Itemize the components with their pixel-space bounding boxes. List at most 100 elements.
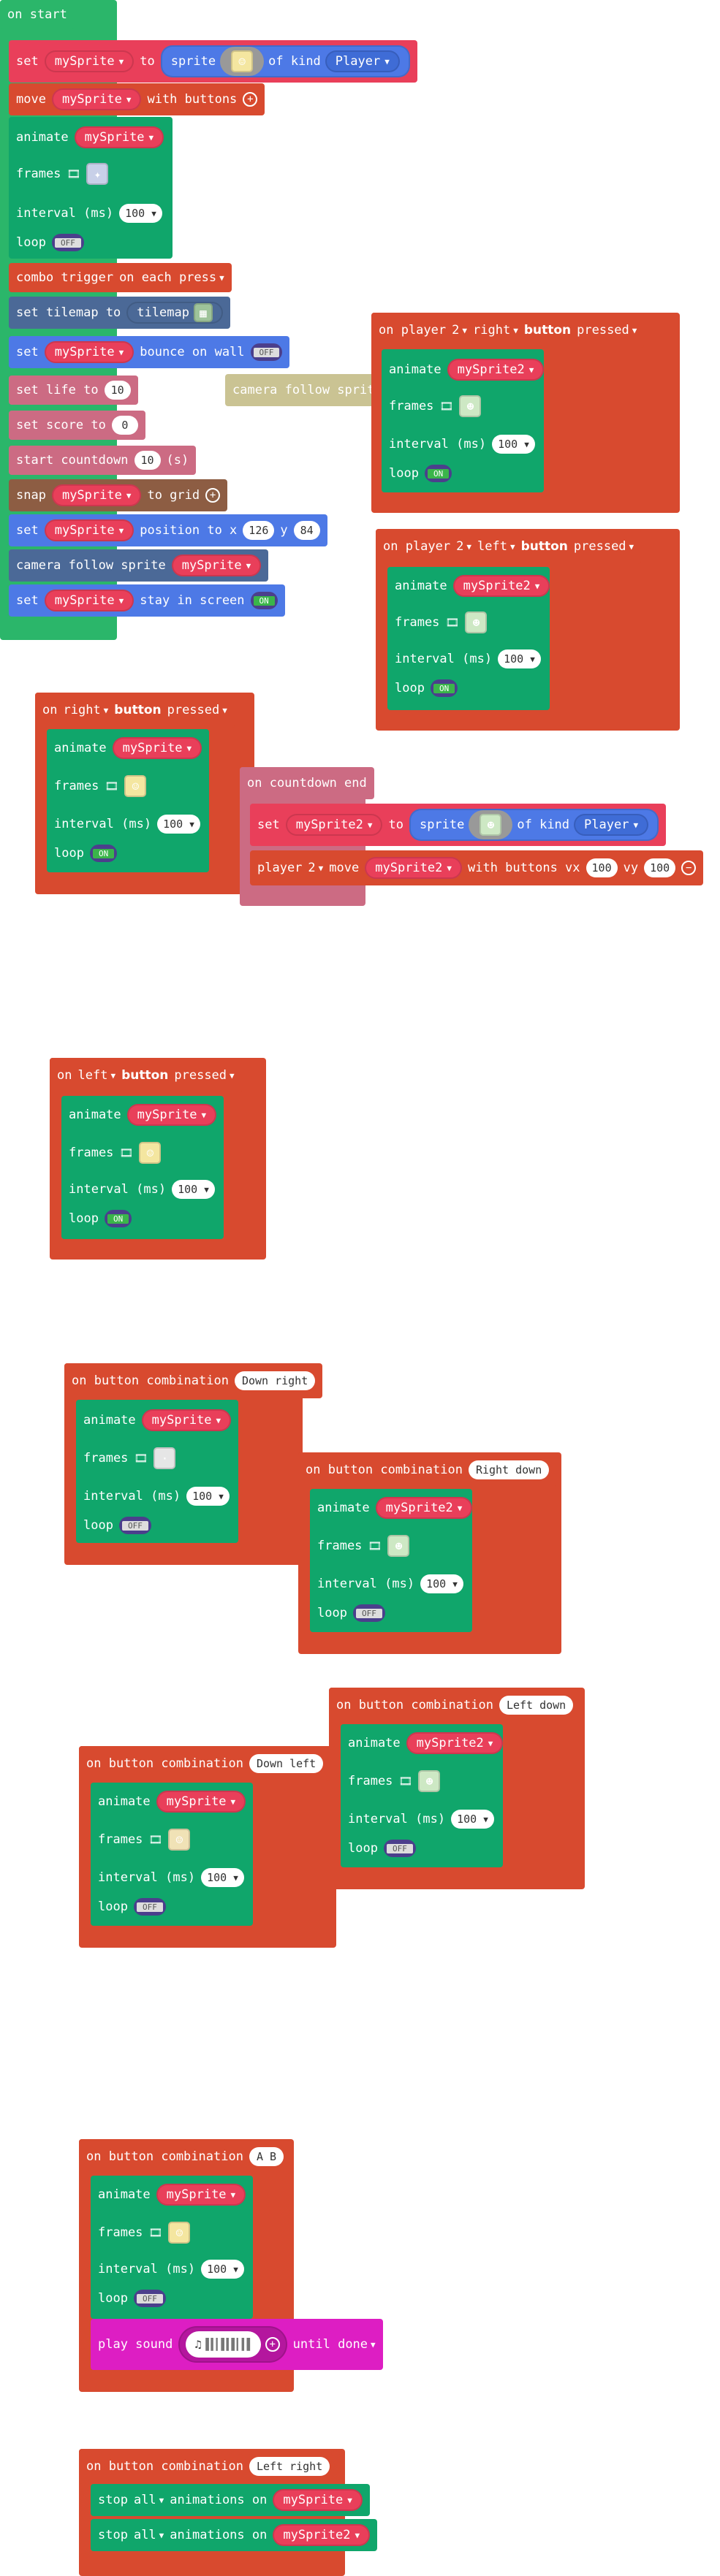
combo-string-input[interactable]: Down left: [249, 1754, 324, 1773]
combo-string-input[interactable]: Right down: [468, 1460, 550, 1479]
player-dropdown[interactable]: 2 ▼: [456, 539, 471, 554]
var-dropdown[interactable]: mySprite2▼: [365, 857, 462, 879]
sprite-reporter[interactable]: sprite ☻ of kind Player ▼: [409, 809, 659, 841]
stop-animations-block[interactable]: stop all ▼ animations on mySprite ▼: [91, 2484, 370, 2516]
event-hat[interactable]: on button combination Down right: [64, 1363, 323, 1398]
tilemap-reporter[interactable]: tilemap ▦: [126, 302, 223, 324]
x-input[interactable]: 126: [243, 521, 275, 540]
direction-dropdown[interactable]: left ▼: [477, 539, 515, 554]
snap-block[interactable]: snap mySprite ▼ to grid +: [9, 479, 228, 511]
combo-string-input[interactable]: Down right: [234, 1371, 316, 1390]
all-dropdown[interactable]: all ▼: [134, 2493, 164, 2507]
loop-toggle[interactable]: OFF: [51, 234, 84, 251]
y-input[interactable]: 84: [293, 521, 320, 540]
expand-plus-icon[interactable]: +: [205, 488, 221, 503]
var-dropdown[interactable]: mySprite ▼: [126, 1104, 217, 1126]
loop-toggle[interactable]: OFF: [352, 1604, 385, 1622]
interval-input[interactable]: 100 ▼: [157, 815, 200, 834]
vx-input[interactable]: 100: [586, 858, 618, 877]
player-dropdown[interactable]: 2 ▼: [308, 861, 323, 875]
stay-in-screen-block[interactable]: set mySprite ▼ stay in screen ON: [9, 584, 285, 617]
loop-toggle[interactable]: ON: [89, 845, 118, 862]
sound-waveform-picker[interactable]: ♫ ▌▍▎▌▍▌▎▍▌: [186, 2331, 261, 2358]
set-position-block[interactable]: set mySprite ▼ position to x 126 y 84: [9, 514, 327, 546]
camera-follow-block[interactable]: camera follow sprite mySprite ▼: [9, 549, 269, 582]
interval-input[interactable]: 100 ▼: [498, 649, 541, 668]
loop-toggle[interactable]: OFF: [383, 1840, 416, 1857]
event-hat[interactable]: on player 2 ▼ left ▼ button pressed ▼: [376, 529, 642, 564]
sprite-image-picker[interactable]: ☺: [220, 47, 265, 76]
var-dropdown[interactable]: mySprite ▼: [44, 590, 134, 611]
combo-string-input[interactable]: Left right: [249, 2457, 330, 2476]
var-dropdown[interactable]: mySprite ▼: [156, 1791, 246, 1813]
set-sprite-block[interactable]: set mySprite2 ▼ to sprite ☻ of kind Player ▼: [250, 804, 667, 846]
loop-toggle[interactable]: ON: [424, 465, 452, 482]
sound-reporter[interactable]: ♫ ▌▍▎▌▍▌▎▍▌ +: [178, 2326, 287, 2363]
var-dropdown[interactable]: mySprite ▼: [171, 555, 262, 576]
combo-string-input[interactable]: A B: [249, 2147, 284, 2166]
event-hat[interactable]: on left ▼ button pressed ▼: [50, 1058, 242, 1093]
pressed-dropdown[interactable]: pressed ▼: [174, 1068, 234, 1083]
score-input[interactable]: 0: [111, 416, 138, 435]
interval-input[interactable]: 100 ▼: [119, 204, 162, 223]
set-sprite-block[interactable]: set mySprite ▼ to sprite ☺ of kind Player ▼: [9, 40, 417, 83]
interval-input[interactable]: 100 ▼: [420, 1574, 463, 1593]
event-hat[interactable]: on button combination A B: [79, 2139, 292, 2174]
var-dropdown[interactable]: mySprite ▼: [44, 519, 134, 541]
var-dropdown[interactable]: mySprite ▼: [51, 88, 142, 110]
frames-thumbnail-icon[interactable]: ☻: [465, 611, 488, 633]
life-input[interactable]: 10: [104, 381, 131, 400]
var-dropdown[interactable]: mySprite ▼: [112, 737, 202, 759]
interval-input[interactable]: 100 ▼: [186, 1487, 230, 1506]
vy-input[interactable]: 100: [644, 858, 676, 877]
play-sound-block[interactable]: play sound ♫ ▌▍▎▌▍▌▎▍▌ + until done ▼: [91, 2319, 383, 2370]
var-dropdown[interactable]: mySprite ▼: [156, 2184, 246, 2206]
var-dropdown[interactable]: mySprite2▼: [375, 1497, 473, 1519]
var-dropdown[interactable]: mySprite2▼: [447, 359, 545, 381]
event-hat[interactable]: on button combination Down left: [79, 1746, 331, 1781]
kind-dropdown[interactable]: Player ▼: [325, 50, 400, 72]
var-dropdown[interactable]: mySprite2▼: [273, 2524, 371, 2546]
pressed-dropdown[interactable]: pressed ▼: [574, 539, 634, 554]
interval-input[interactable]: 100 ▼: [492, 435, 535, 454]
frames-thumbnail-icon[interactable]: ☻: [418, 1770, 441, 1792]
pressed-dropdown[interactable]: pressed ▼: [167, 703, 227, 717]
frames-thumbnail-icon[interactable]: ☻: [387, 1535, 410, 1557]
loop-toggle[interactable]: OFF: [118, 1517, 151, 1534]
loop-toggle[interactable]: ON: [430, 679, 458, 697]
sprite-image-picker[interactable]: ☻: [469, 810, 513, 839]
frames-thumbnail-icon[interactable]: ☺: [124, 775, 147, 797]
expand-plus-icon[interactable]: +: [243, 92, 258, 107]
interval-input[interactable]: 100 ▼: [451, 1810, 494, 1829]
frames-thumbnail-icon[interactable]: ☺: [168, 2222, 191, 2244]
loop-toggle[interactable]: OFF: [133, 2290, 166, 2307]
collapse-minus-icon[interactable]: −: [681, 861, 697, 875]
move-block[interactable]: move mySprite ▼ with buttons +: [9, 83, 265, 115]
var-dropdown[interactable]: mySprite ▼: [74, 126, 164, 148]
frames-thumbnail-icon[interactable]: ☻: [459, 395, 482, 417]
frames-thumbnail-icon[interactable]: ☺: [168, 1829, 191, 1851]
combo-mode-dropdown[interactable]: on each press ▼: [119, 270, 224, 285]
set-life-block[interactable]: set life to 10: [9, 376, 138, 405]
frames-thumbnail-icon[interactable]: ·: [154, 1447, 176, 1469]
until-done-dropdown[interactable]: until done ▼: [293, 2337, 376, 2352]
var-dropdown[interactable]: mySprite2▼: [406, 1732, 504, 1754]
combo-trigger-block[interactable]: combo trigger on each press ▼: [9, 263, 232, 292]
loop-toggle[interactable]: ON: [104, 1210, 132, 1227]
event-hat[interactable]: on player 2 ▼ right ▼ button pressed ▼: [371, 313, 645, 348]
loop-toggle[interactable]: OFF: [133, 1898, 166, 1916]
on-start-hat[interactable]: on start: [0, 0, 75, 29]
event-hat[interactable]: on countdown end: [240, 767, 374, 799]
interval-input[interactable]: 100 ▼: [201, 1868, 244, 1887]
player-move-block[interactable]: player 2 ▼ move mySprite2 ▼ with buttons v…: [250, 850, 704, 885]
direction-dropdown[interactable]: right ▼: [473, 323, 518, 338]
stop-animations-block[interactable]: stop all ▼ animations on mySprite2 ▼: [91, 2519, 378, 2551]
bounce-toggle[interactable]: OFF: [250, 343, 283, 361]
start-countdown-block[interactable]: start countdown 10 (s): [9, 446, 197, 475]
interval-input[interactable]: 100 ▼: [201, 2260, 244, 2279]
var-dropdown[interactable]: mySprite2▼: [452, 575, 550, 597]
frames-thumbnail-icon[interactable]: ✦: [86, 163, 109, 185]
sprite-reporter[interactable]: sprite ☺ of kind Player ▼: [160, 45, 410, 77]
player-dropdown[interactable]: 2 ▼: [452, 323, 467, 338]
combo-string-input[interactable]: Left down: [499, 1696, 574, 1715]
